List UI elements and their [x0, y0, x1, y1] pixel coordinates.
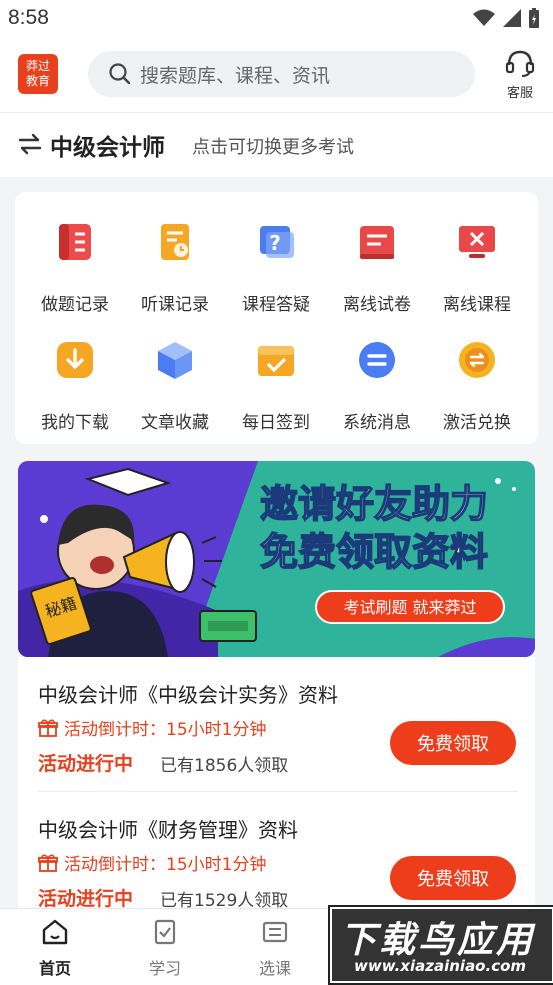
select-course-icon — [262, 921, 288, 943]
status-bar: 8:58 — [0, 0, 553, 38]
invite-banner[interactable]: 秘籍 邀请好友助力 免费领取资料 考试刷题 就来莽过 — [18, 461, 535, 657]
grid-label: 激活兑换 — [443, 413, 511, 433]
download-icon — [57, 342, 93, 378]
promo-status: 活动进行中 — [38, 888, 134, 910]
wifi-icon — [473, 9, 495, 26]
customer-service-button[interactable]: 客服 — [498, 48, 542, 101]
grid-item-daily-checkin[interactable]: 每日签到 — [226, 338, 326, 433]
grid-item-system-message[interactable]: 系统消息 — [327, 338, 427, 433]
free-claim-button[interactable]: 免费领取 — [390, 721, 516, 765]
activate-exchange-icon — [459, 342, 495, 378]
grid-item-practice-record[interactable]: 做题记录 — [25, 220, 125, 315]
logo-line-2: 教育 — [25, 74, 50, 88]
site-watermark: 下载鸟应用 www.xiazainiao.com — [330, 907, 553, 983]
exam-name: 中级会计师 — [50, 135, 165, 161]
customer-service-label: 客服 — [506, 86, 533, 101]
logo-line-1: 莽过 — [25, 59, 50, 73]
top-bar: 莽过 教育 搜索题库、课程、资讯 客服 — [0, 38, 553, 112]
tab-select-course[interactable]: 选课 — [220, 917, 330, 979]
grid-item-download[interactable]: 我的下载 — [25, 338, 125, 433]
grid-item-activate-exchange[interactable]: 激活兑换 — [427, 338, 527, 433]
tab-study[interactable]: 学习 — [110, 917, 220, 979]
grid-item-article-favorite[interactable]: 文章收藏 — [125, 338, 225, 433]
status-icons — [473, 8, 539, 28]
grid-label: 文章收藏 — [141, 413, 209, 433]
promo-countdown: 活动倒计时：15小时1分钟 — [38, 850, 266, 875]
search-input[interactable]: 搜索题库、课程、资讯 — [88, 51, 475, 97]
promo-countdown: 活动倒计时：15小时1分钟 — [38, 715, 266, 740]
swap-icon — [18, 133, 42, 155]
app-logo[interactable]: 莽过 教育 — [18, 54, 58, 94]
offline-course-icon — [459, 226, 495, 258]
watermark-url: www.xiazainiao.com — [354, 957, 527, 975]
svg-text:?: ? — [269, 231, 281, 255]
daily-checkin-icon — [258, 346, 294, 376]
grid-label: 课程答疑 — [242, 295, 310, 315]
promo-count: 已有1856人领取 — [160, 756, 289, 776]
search-placeholder: 搜索题库、课程、资讯 — [140, 64, 331, 87]
home-icon — [42, 919, 68, 945]
course-qa-icon: ? — [260, 226, 294, 258]
countdown-text: 活动倒计时：15小时1分钟 — [64, 720, 267, 740]
promo-title: 中级会计师《中级会计实务》资料 — [38, 683, 338, 707]
banner-headline-2: 免费领取资料 — [260, 530, 488, 574]
tab-label: 首页 — [38, 959, 71, 978]
countdown-text: 活动倒计时：15小时1分钟 — [64, 855, 267, 875]
grid-item-listen-record[interactable]: 听课记录 — [125, 220, 225, 315]
banner-headline-1: 邀请好友助力 — [260, 482, 488, 526]
exam-switch-hint: 点击可切换更多考试 — [192, 137, 354, 158]
signal-icon — [503, 9, 521, 27]
system-message-icon — [359, 342, 395, 378]
grid-label: 每日签到 — [242, 413, 310, 433]
search-icon — [109, 63, 131, 85]
grid-label: 做题记录 — [41, 295, 109, 315]
grid-item-offline-paper[interactable]: 离线试卷 — [327, 220, 427, 315]
study-icon — [154, 919, 176, 945]
grid-label: 我的下载 — [41, 413, 109, 433]
headset-icon — [505, 50, 535, 77]
watermark-title: 下载鸟应用 — [340, 920, 536, 961]
battery-icon — [529, 8, 539, 28]
status-time: 8:58 — [8, 6, 49, 29]
grid-item-offline-course[interactable]: 离线课程 — [427, 220, 527, 315]
promo-item[interactable]: 中级会计师《中级会计实务》资料 活动倒计时：15小时1分钟 活动进行中 已有18… — [18, 657, 535, 792]
grid-label: 离线试卷 — [343, 295, 411, 315]
offline-paper-icon — [360, 226, 394, 259]
article-favorite-icon — [158, 342, 192, 379]
grid-item-course-qa[interactable]: ? 课程答疑 — [226, 220, 326, 315]
tab-home[interactable]: 首页 — [0, 917, 110, 979]
grid-label: 听课记录 — [141, 295, 209, 315]
function-grid: 做题记录 听课记录 ? 课程答疑 离线试卷 离线课程 我的下载 文章收藏 每日签… — [15, 192, 538, 444]
gift-icon — [38, 854, 58, 872]
promo-item[interactable]: 中级会计师《财务管理》资料 活动倒计时：15小时1分钟 活动进行中 已有1529… — [18, 792, 535, 926]
tab-label: 选课 — [258, 959, 291, 978]
listen-record-icon — [161, 224, 189, 260]
grid-label: 系统消息 — [343, 413, 411, 433]
grid-label: 离线课程 — [443, 295, 511, 315]
promo-list: 中级会计师《中级会计实务》资料 活动倒计时：15小时1分钟 活动进行中 已有18… — [18, 657, 535, 911]
promo-title: 中级会计师《财务管理》资料 — [38, 818, 298, 842]
tab-label: 学习 — [148, 959, 181, 978]
practice-record-icon — [59, 224, 91, 260]
promo-status: 活动进行中 — [38, 753, 134, 775]
free-claim-button[interactable]: 免费领取 — [390, 856, 516, 900]
gift-icon — [38, 719, 58, 737]
banner-illustration: 秘籍 邀请好友助力 免费领取资料 考试刷题 就来莽过 — [18, 461, 535, 657]
banner-tagline: 考试刷题 就来莽过 — [343, 598, 476, 617]
exam-switcher[interactable]: 中级会计师 点击可切换更多考试 — [0, 112, 553, 177]
